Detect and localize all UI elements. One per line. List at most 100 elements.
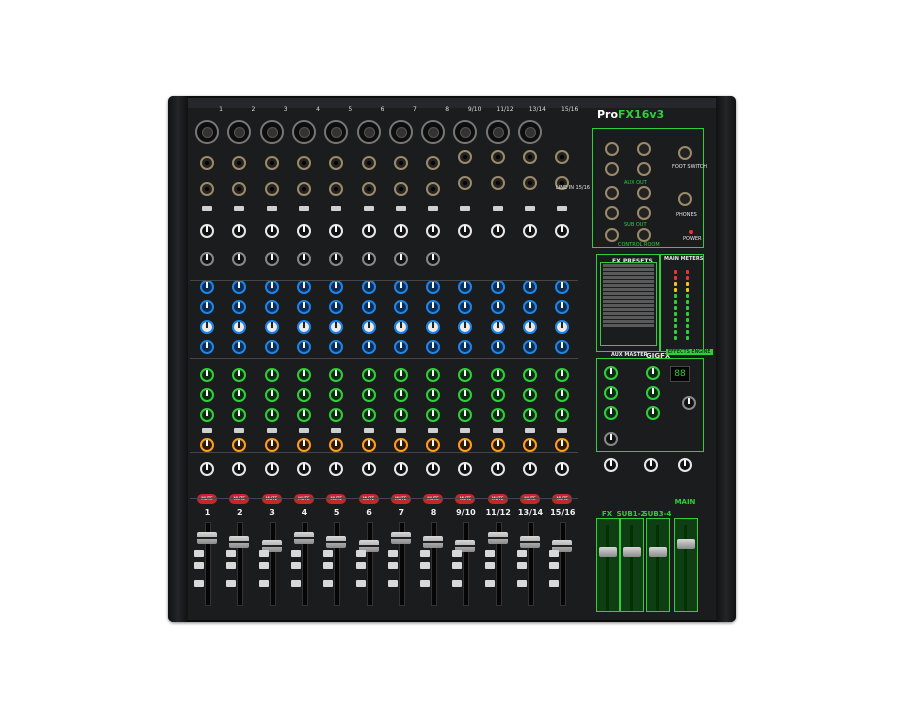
comp-knob[interactable] [264,252,279,266]
fx-send-knob[interactable] [426,438,441,452]
solo-button[interactable] [387,580,398,587]
comp-knob[interactable] [426,252,441,266]
bus-fader[interactable] [623,547,641,557]
aux-send-knob[interactable] [523,388,537,402]
assign-button[interactable] [387,562,398,569]
eq-knob[interactable] [329,280,344,294]
line-input-jack[interactable] [329,156,344,170]
aux-send-knob[interactable] [490,388,505,402]
aux-send-knob[interactable] [523,408,537,422]
mute-button[interactable]: MUTE [229,494,250,504]
solo-button[interactable] [452,580,463,587]
low-cut-switch[interactable] [428,206,439,211]
comp-knob[interactable] [393,252,408,266]
low-cut-switch[interactable] [298,206,309,211]
xlr-input-jack[interactable] [356,120,381,144]
aux-send-knob[interactable] [264,388,279,402]
assign-button[interactable] [323,562,334,569]
output-jack[interactable] [605,206,619,220]
mute-button[interactable]: MUTE [261,494,282,504]
channel-fader[interactable] [487,532,508,544]
eq-knob[interactable] [490,280,505,294]
aux-send-knob[interactable] [296,408,311,422]
comp-knob[interactable] [296,252,311,266]
insert-jack[interactable] [296,182,311,196]
insert-jack[interactable] [264,182,279,196]
pan-knob[interactable] [490,462,505,476]
gain-knob[interactable] [296,224,311,238]
assign-button[interactable] [484,562,495,569]
pre-post-switch[interactable] [460,428,471,433]
channel-fader[interactable] [423,536,444,548]
pre-post-switch[interactable] [557,428,568,433]
eq-knob[interactable] [393,280,408,294]
assign-button[interactable] [517,562,527,569]
low-cut-switch[interactable] [363,206,374,211]
gain-knob[interactable] [458,224,473,238]
line-input-jack-right[interactable] [523,176,537,190]
gain-knob[interactable] [426,224,441,238]
aux-send-knob[interactable] [393,388,408,402]
fx-send-knob[interactable] [200,438,214,452]
assign-button[interactable] [258,550,269,557]
eq-knob[interactable] [523,280,537,294]
solo-button[interactable] [258,580,269,587]
aux-send-knob[interactable] [200,368,214,382]
mute-button[interactable]: MUTE [487,494,508,504]
eq-knob[interactable] [426,280,441,294]
eq-knob[interactable] [555,300,570,314]
line-input-jack[interactable] [264,156,279,170]
mute-button[interactable]: MUTE [520,494,540,504]
pre-post-switch[interactable] [298,428,309,433]
pan-knob[interactable] [232,462,247,476]
low-cut-switch[interactable] [331,206,342,211]
pan-knob[interactable] [361,462,376,476]
pan-knob[interactable] [458,462,473,476]
fx-send-knob[interactable] [232,438,247,452]
eq-knob[interactable] [200,300,214,314]
insert-jack[interactable] [200,182,214,196]
assign-button[interactable] [387,550,398,557]
solo-button[interactable] [226,580,237,587]
comp-knob[interactable] [361,252,376,266]
aux-send-knob[interactable] [361,408,376,422]
master-knob[interactable] [646,386,660,400]
low-cut-switch[interactable] [202,206,212,211]
line-input-jack[interactable] [361,156,376,170]
eq-knob[interactable] [523,300,537,314]
fx-send-knob[interactable] [523,438,537,452]
assign-button[interactable] [420,550,431,557]
aux-send-knob[interactable] [329,388,344,402]
xlr-input-jack[interactable] [291,120,316,144]
pre-post-switch[interactable] [234,428,245,433]
output-jack[interactable] [678,192,692,206]
solo-button[interactable] [194,580,204,587]
eq-knob[interactable] [264,280,279,294]
output-jack[interactable] [637,206,651,220]
gain-knob[interactable] [361,224,376,238]
pre-post-switch[interactable] [428,428,439,433]
pre-post-switch[interactable] [331,428,342,433]
master-knob[interactable] [604,406,618,420]
line-input-jack[interactable] [393,156,408,170]
output-jack[interactable] [637,142,651,156]
eq-knob[interactable] [329,320,344,334]
aux-send-knob[interactable] [296,388,311,402]
comp-knob[interactable] [200,252,214,266]
bus-fader[interactable] [649,547,667,557]
mute-button[interactable]: MUTE [552,494,573,504]
eq-knob[interactable] [393,340,408,354]
pre-post-switch[interactable] [266,428,277,433]
aux-send-knob[interactable] [393,368,408,382]
assign-button[interactable] [194,550,204,557]
solo-button[interactable] [549,580,560,587]
line-input-jack[interactable] [200,156,214,170]
eq-knob[interactable] [490,340,505,354]
pre-post-switch[interactable] [363,428,374,433]
output-jack[interactable] [678,146,692,160]
eq-knob[interactable] [490,300,505,314]
eq-knob[interactable] [361,280,376,294]
line-input-jack[interactable] [232,156,247,170]
eq-knob[interactable] [458,320,473,334]
xlr-input-jack[interactable] [227,120,252,144]
